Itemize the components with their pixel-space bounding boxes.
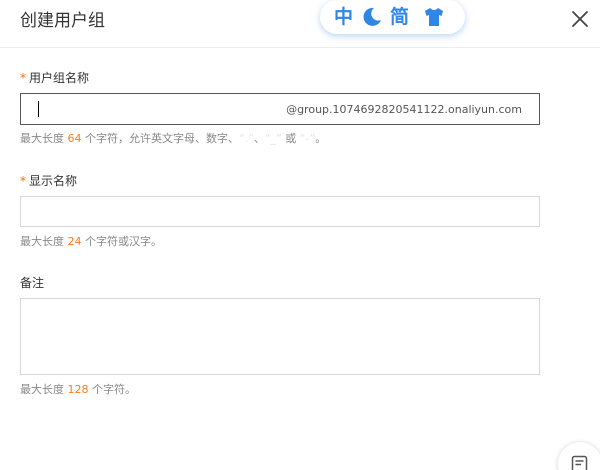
display-name-input[interactable] [20, 196, 540, 227]
display-name-hint: 最大长度 24 个字符或汉字。 [20, 235, 162, 248]
group-name-domain-suffix: @group.1074692820541122.onaliyun.com [286, 103, 522, 116]
remark-textarea[interactable] [20, 298, 540, 375]
feedback-button[interactable] [557, 441, 600, 470]
remark-max-length: 128 [67, 383, 89, 396]
display-name-label-text: 显示名称 [29, 174, 78, 188]
ime-toolbar[interactable]: 中 简 [320, 0, 465, 34]
display-name-max-length: 24 [67, 235, 82, 248]
group-name-label: * 用户组名称 [20, 70, 89, 86]
group-name-label-text: 用户组名称 [29, 71, 90, 85]
required-mark: * [20, 71, 26, 85]
dialog-title: 创建用户组 [20, 11, 105, 31]
group-name-hint: 最大长度 64 个字符，允许英文字母、数字、“.”、“_” 或 “-”。 [20, 132, 327, 145]
remark-hint: 最大长度 128 个字符。 [20, 383, 136, 396]
tshirt-icon[interactable] [423, 6, 445, 28]
moon-icon[interactable] [361, 6, 383, 28]
remark-label: 备注 [20, 276, 45, 290]
group-name-input[interactable]: @group.1074692820541122.onaliyun.com [20, 93, 540, 125]
ime-input-mode-button[interactable]: 中 [334, 5, 353, 29]
required-mark: * [20, 174, 26, 188]
dialog-header: 创建用户组 [0, 0, 600, 48]
text-caret [38, 101, 39, 117]
display-name-label: * 显示名称 [20, 173, 77, 189]
feedback-icon [571, 455, 588, 470]
ime-script-mode-button[interactable]: 简 [390, 5, 409, 29]
close-icon[interactable] [569, 8, 591, 30]
group-name-max-length: 64 [67, 132, 82, 145]
